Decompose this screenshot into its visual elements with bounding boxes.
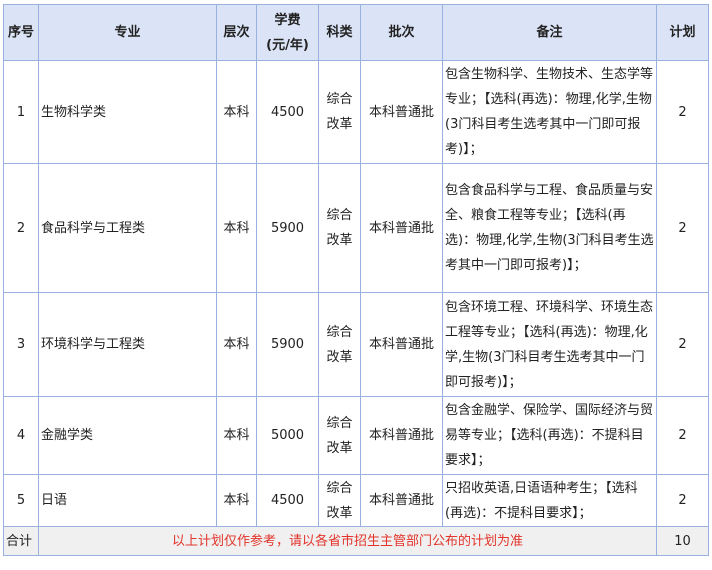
cell-level: 本科 — [216, 163, 257, 293]
cell-major: 日语 — [38, 474, 217, 527]
table-row: 5 日语 本科 4500 综合改革 本科普通批 只招收英语,日语语种考生；【选科… — [3, 474, 709, 527]
cell-remarks: 包含生物科学、生物技术、生态学等专业；【选科(再选)：物理,化学,生物(3门科目… — [442, 60, 657, 164]
cell-level: 本科 — [216, 396, 257, 475]
header-plan: 计划 — [656, 4, 709, 61]
header-level: 层次 — [216, 4, 257, 61]
cell-batch: 本科普通批 — [360, 396, 443, 475]
cell-subject: 综合改革 — [318, 396, 361, 475]
cell-plan: 2 — [656, 292, 709, 397]
cell-plan: 2 — [656, 60, 709, 164]
cell-fee: 5900 — [256, 163, 319, 293]
reference-note: 以上计划仅作参考，请以各省市招生主管部门公布的计划为准 — [38, 526, 657, 556]
header-subject: 科类 — [318, 4, 361, 61]
cell-index: 1 — [3, 60, 39, 164]
cell-level: 本科 — [216, 474, 257, 527]
total-label: 合计 — [3, 526, 39, 556]
enrollment-plan-table: 序号 专业 层次 学费 (元/年) 科类 批次 备注 计划 1 生物科学类 本科… — [3, 4, 709, 556]
header-fee-line1: 学费 — [274, 12, 301, 28]
cell-index: 4 — [3, 396, 39, 475]
cell-remarks: 只招收英语,日语语种考生；【选科(再选)：不提科目要求】； — [442, 474, 657, 527]
cell-level: 本科 — [216, 292, 257, 397]
total-row: 合计 以上计划仅作参考，请以各省市招生主管部门公布的计划为准 10 — [3, 526, 709, 556]
cell-remarks: 包含食品科学与工程、食品质量与安全、粮食工程等专业；【选科(再选)：物理,化学,… — [442, 163, 657, 293]
cell-fee: 4500 — [256, 60, 319, 164]
cell-major: 金融学类 — [38, 396, 217, 475]
cell-batch: 本科普通批 — [360, 163, 443, 293]
table-row: 1 生物科学类 本科 4500 综合改革 本科普通批 包含生物科学、生物技术、生… — [3, 60, 709, 164]
total-value: 10 — [656, 526, 709, 556]
header-major: 专业 — [38, 4, 217, 61]
header-index: 序号 — [3, 4, 39, 61]
cell-fee: 5000 — [256, 396, 319, 475]
cell-index: 3 — [3, 292, 39, 397]
cell-subject: 综合改革 — [318, 60, 361, 164]
header-batch: 批次 — [360, 4, 443, 61]
cell-plan: 2 — [656, 396, 709, 475]
header-row: 序号 专业 层次 学费 (元/年) 科类 批次 备注 计划 — [3, 4, 709, 61]
cell-batch: 本科普通批 — [360, 474, 443, 527]
cell-level: 本科 — [216, 60, 257, 164]
cell-index: 2 — [3, 163, 39, 293]
cell-batch: 本科普通批 — [360, 292, 443, 397]
cell-batch: 本科普通批 — [360, 60, 443, 164]
cell-plan: 2 — [656, 163, 709, 293]
header-fee-line2: (元/年) — [266, 37, 309, 53]
header-fee: 学费 (元/年) — [256, 4, 319, 61]
table-row: 4 金融学类 本科 5000 综合改革 本科普通批 包含金融学、保险学、国际经济… — [3, 396, 709, 475]
cell-subject: 综合改革 — [318, 163, 361, 293]
cell-subject: 综合改革 — [318, 292, 361, 397]
cell-remarks: 包含环境工程、环境科学、环境生态工程等专业；【选科(再选)：物理,化学,生物(3… — [442, 292, 657, 397]
cell-index: 5 — [3, 474, 39, 527]
cell-subject: 综合改革 — [318, 474, 361, 527]
cell-fee: 5900 — [256, 292, 319, 397]
cell-remarks: 包含金融学、保险学、国际经济与贸易等专业；【选科(再选)：不提科目要求】； — [442, 396, 657, 475]
cell-plan: 2 — [656, 474, 709, 527]
table-row: 3 环境科学与工程类 本科 5900 综合改革 本科普通批 包含环境工程、环境科… — [3, 292, 709, 397]
cell-fee: 4500 — [256, 474, 319, 527]
cell-major: 食品科学与工程类 — [38, 163, 217, 293]
cell-major: 环境科学与工程类 — [38, 292, 217, 397]
table-row: 2 食品科学与工程类 本科 5900 综合改革 本科普通批 包含食品科学与工程、… — [3, 163, 709, 293]
cell-major: 生物科学类 — [38, 60, 217, 164]
header-remarks: 备注 — [442, 4, 657, 61]
